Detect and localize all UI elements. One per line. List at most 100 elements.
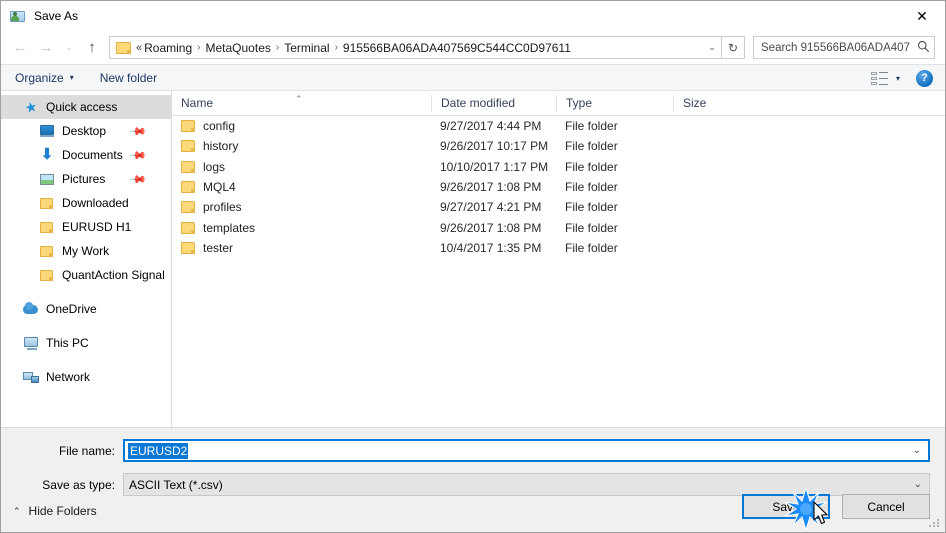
file-name-input[interactable]: EURUSD2 ⌄: [123, 439, 930, 462]
recent-locations-button[interactable]: ⌄: [59, 35, 79, 61]
sidebar-item-onedrive[interactable]: OneDrive: [1, 297, 171, 321]
command-bar: Organize ▾ New folder ▾ ?: [1, 64, 945, 91]
folder-icon: [181, 120, 195, 133]
file-name: config: [203, 119, 236, 134]
hide-folders-label: Hide Folders: [28, 504, 97, 518]
back-button[interactable]: ←: [7, 35, 33, 61]
download-arrow-icon: ⬇: [40, 146, 54, 163]
sidebar-item-label: My Work: [62, 244, 110, 258]
close-icon[interactable]: ✕: [899, 1, 945, 30]
picture-icon: [39, 171, 55, 187]
new-folder-label: New folder: [99, 70, 158, 85]
sidebar-item-label: Pictures: [62, 172, 106, 186]
save-as-type-label: Save as type:: [42, 477, 115, 492]
chevron-down-icon[interactable]: ▾: [896, 74, 900, 83]
forward-button[interactable]: →: [33, 35, 59, 61]
breadcrumb-separator[interactable]: ›: [330, 42, 343, 53]
table-row[interactable]: profiles 9/27/2017 4:21 PM File folder: [172, 197, 945, 217]
cell-date-modified: 10/4/2017 1:35 PM: [440, 240, 542, 255]
cell-name: config: [172, 119, 431, 133]
chevron-down-icon[interactable]: ⌄: [913, 445, 921, 456]
folder-icon: [116, 41, 131, 54]
folder-icon: [39, 219, 55, 235]
cell-type: File folder: [565, 240, 618, 255]
save-button[interactable]: Save: [742, 494, 830, 519]
save-as-type-select[interactable]: ASCII Text (*.csv) ⌄: [123, 473, 930, 496]
breadcrumb-item-roaming[interactable]: Roaming: [144, 41, 192, 55]
resize-grip[interactable]: [929, 517, 941, 529]
column-header-size[interactable]: Size: [673, 94, 753, 112]
dialog-body: ★ Quick access Desktop 📌 ⬇ Documents 📌 P…: [1, 91, 945, 427]
cell-name: logs: [172, 160, 431, 174]
chevron-down-icon: ▾: [69, 73, 74, 82]
sidebar-item-this-pc[interactable]: This PC: [1, 331, 171, 355]
sidebar-item-network[interactable]: Network: [1, 365, 171, 389]
onedrive-icon: [23, 301, 39, 317]
sidebar-item-desktop[interactable]: Desktop 📌: [1, 119, 171, 143]
column-header-name[interactable]: Name ⌃: [172, 94, 431, 112]
column-header-type[interactable]: Type: [556, 94, 673, 112]
view-layout-icon[interactable]: [870, 72, 888, 85]
save-as-type-row: Save as type: ASCII Text (*.csv) ⌄: [1, 473, 945, 496]
search-icon[interactable]: [912, 40, 934, 56]
cell-name: MQL4: [172, 180, 431, 194]
breadcrumb-item-terminal[interactable]: Terminal: [284, 41, 329, 55]
breadcrumb-item-metaquotes[interactable]: MetaQuotes: [206, 41, 271, 55]
sidebar-item-downloaded[interactable]: Downloaded: [1, 191, 171, 215]
save-as-dialog: Save As ✕ ← → ⌄ ↑ « Roaming › MetaQuotes…: [0, 0, 946, 533]
sidebar-item-documents[interactable]: ⬇ Documents 📌: [1, 143, 171, 167]
folder-icon: [181, 181, 195, 194]
chevron-up-icon: ⌃: [13, 505, 21, 516]
navigation-pane: ★ Quick access Desktop 📌 ⬇ Documents 📌 P…: [1, 91, 172, 427]
title-bar: Save As ✕: [1, 1, 945, 31]
sidebar-item-my-work[interactable]: My Work: [1, 239, 171, 263]
sidebar-item-quick-access[interactable]: ★ Quick access: [1, 95, 171, 119]
cancel-button[interactable]: Cancel: [842, 494, 930, 519]
column-header-date-modified[interactable]: Date modified: [431, 94, 556, 112]
table-row[interactable]: tester 10/4/2017 1:35 PM File folder: [172, 238, 945, 258]
cell-name: history: [172, 139, 431, 153]
cell-date-modified: 9/27/2017 4:44 PM: [440, 119, 542, 134]
pin-icon[interactable]: 📌: [129, 146, 148, 164]
refresh-icon[interactable]: ↻: [722, 36, 745, 59]
breadcrumb-overflow[interactable]: «: [136, 42, 144, 54]
sidebar-item-label: Desktop: [62, 124, 107, 138]
breadcrumb: « Roaming › MetaQuotes › Terminal › 9155…: [136, 41, 703, 55]
breadcrumb-separator[interactable]: ›: [271, 42, 284, 53]
new-folder-button[interactable]: New folder: [100, 71, 157, 85]
table-row[interactable]: MQL4 9/26/2017 1:08 PM File folder: [172, 177, 945, 197]
chevron-down-icon[interactable]: ⌄: [914, 479, 922, 490]
sidebar-item-pictures[interactable]: Pictures 📌: [1, 167, 171, 191]
column-header-label: Name: [181, 96, 214, 110]
cell-type: File folder: [565, 119, 618, 134]
address-bar[interactable]: « Roaming › MetaQuotes › Terminal › 9155…: [109, 36, 722, 59]
table-row[interactable]: templates 9/26/2017 1:08 PM File folder: [172, 217, 945, 237]
up-button[interactable]: ↑: [79, 35, 105, 61]
table-row[interactable]: logs 10/10/2017 1:17 PM File folder: [172, 157, 945, 177]
folder-icon: [181, 241, 195, 254]
breadcrumb-separator[interactable]: ›: [192, 42, 205, 53]
sidebar-item-quantaction-signal[interactable]: QuantAction Signal: [1, 263, 171, 287]
search-box[interactable]: [753, 36, 935, 59]
view-controls: ▾ ?: [870, 65, 933, 92]
column-header-label: Size: [683, 96, 707, 110]
breadcrumb-item-current[interactable]: 915566BA06ADA407569C544CC0D97611: [343, 41, 571, 55]
sidebar-item-label: Quick access: [46, 100, 118, 114]
table-row[interactable]: config 9/27/2017 4:44 PM File folder: [172, 116, 945, 136]
column-header-label: Date modified: [441, 96, 516, 110]
sidebar-item-label: This PC: [46, 336, 89, 350]
help-icon[interactable]: ?: [916, 70, 933, 87]
sidebar-item-eurusd-h1[interactable]: EURUSD H1: [1, 215, 171, 239]
cell-type: File folder: [565, 180, 618, 195]
organize-button[interactable]: Organize ▾: [15, 71, 74, 85]
pin-icon[interactable]: 📌: [129, 122, 148, 140]
cell-type: File folder: [565, 220, 618, 235]
pin-icon[interactable]: 📌: [129, 170, 148, 188]
chevron-down-icon[interactable]: ⌄: [703, 42, 721, 53]
sidebar-item-label: Downloaded: [62, 196, 129, 210]
file-name: templates: [203, 220, 256, 235]
table-row[interactable]: history 9/26/2017 10:17 PM File folder: [172, 136, 945, 156]
cell-type: File folder: [565, 159, 618, 174]
search-input[interactable]: [754, 41, 912, 54]
hide-folders-button[interactable]: ⌃ Hide Folders: [13, 504, 97, 518]
